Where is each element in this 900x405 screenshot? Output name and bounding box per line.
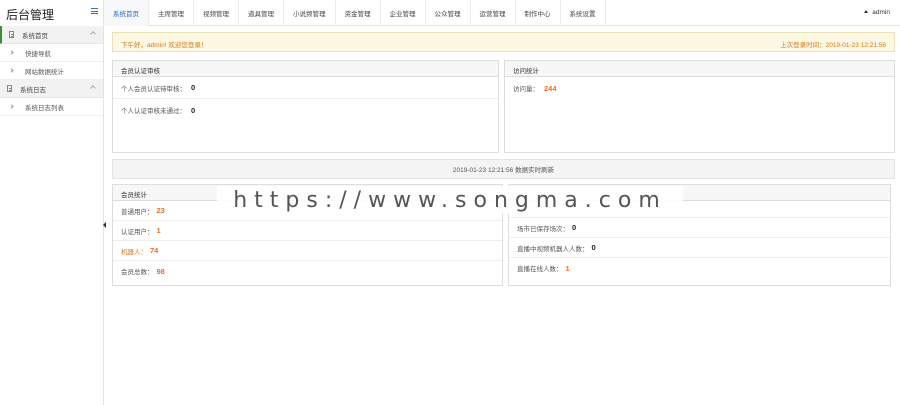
app-title: 后台管理 [6, 8, 55, 22]
sidebar-group-logs[interactable]: 系统日志 [0, 80, 103, 98]
stat-label: 场市已保存场次： [517, 225, 569, 233]
chevron-right-icon [9, 50, 14, 55]
nav-tab-home[interactable]: 系统首页 [104, 0, 149, 26]
main-nav: 系统首页 主席管理 视频管理 道具管理 小说频管理 资金管理 企业管理 公众管理… [104, 0, 606, 26]
visit-stats-panel: 访问统计 访问量： 244 [504, 60, 895, 153]
nav-tab-novel[interactable]: 小说频管理 [284, 0, 336, 26]
panel-title: 会员认证审核 [113, 61, 498, 77]
stat-label: 直播中视频机器人人数： [517, 245, 589, 253]
sidebar-item-log-list[interactable]: 系统日志列表 [0, 98, 103, 116]
stat-label: 认证用户： [121, 228, 154, 236]
nav-tab-operations[interactable]: 运营管理 [471, 0, 516, 26]
stat-value: 23 [156, 206, 165, 215]
stat-value: 74 [150, 246, 159, 255]
sidebar-group-home[interactable]: 系统首页 [0, 26, 103, 44]
menu-toggle-icon[interactable] [91, 8, 98, 14]
stat-value: 0 [591, 243, 596, 252]
stat-row: 机器人： 74 [113, 241, 502, 261]
nav-tab-public[interactable]: 公众管理 [426, 0, 471, 26]
chevron-up-icon [90, 85, 96, 91]
sidebar-group-label: 系统首页 [22, 32, 48, 40]
sidebar-item-label: 网站数据统计 [25, 68, 64, 76]
welcome-text: 下午好，admin! 欢迎您登录！ [121, 42, 208, 49]
stat-label: 普通用户： [121, 208, 154, 216]
nav-tab-video[interactable]: 视频管理 [194, 0, 239, 26]
nav-tab-production[interactable]: 制作中心 [516, 0, 561, 26]
stat-row: 直播在线人数： 1 [509, 258, 890, 278]
sidebar-collapse-icon[interactable] [103, 222, 106, 228]
nav-tab-enterprise[interactable]: 企业管理 [381, 0, 426, 26]
nav-tab-props[interactable]: 道具管理 [239, 0, 284, 26]
stat-value: 0 [572, 223, 577, 232]
nav-tab-settings[interactable]: 系统设置 [561, 0, 606, 26]
stat-value: 98 [156, 266, 165, 276]
stat-row: 访问量： 244 [505, 77, 894, 99]
welcome-alert: 下午好，admin! 欢迎您登录！ 上次登录时间：2019-01-23 12:2… [112, 32, 895, 52]
username: admin [872, 9, 890, 16]
nav-tab-chair[interactable]: 主席管理 [149, 0, 194, 26]
stat-label: 访问量： [513, 86, 539, 93]
sidebar-item-quick-nav[interactable]: 快捷导航 [0, 44, 103, 62]
stat-row: 个人会员认证待审核： 0 [113, 77, 498, 99]
last-login-text: 上次登录时间：2019-01-23 12:21:56 [780, 42, 886, 49]
chevron-up-icon [90, 31, 96, 37]
user-menu[interactable]: admin [864, 9, 890, 16]
stat-label: 直播在线人数： [517, 266, 563, 273]
stat-value: 244 [544, 83, 557, 93]
stat-label: 机器人： [121, 248, 147, 256]
sidebar: 系统首页 快捷导航 网站数据统计 系统日志 系统日志列表 [0, 26, 104, 405]
top-bar: 后台管理 系统首页 主席管理 视频管理 道具管理 小说频管理 资金管理 企业管理… [0, 0, 900, 26]
watermark: https://www.songma.com [217, 186, 683, 214]
logo-area: 后台管理 [0, 0, 104, 26]
cert-review-panel: 会员认证审核 个人会员认证待审核： 0 个人认证审核未通过： 0 [112, 60, 499, 153]
caret-up-icon [864, 10, 869, 13]
stat-label: 会员总数： [121, 269, 154, 276]
stat-value: 0 [191, 105, 196, 115]
stat-row: 个人认证审核未通过： 0 [113, 99, 498, 121]
nav-tab-finance[interactable]: 资金管理 [336, 0, 381, 26]
document-icon [7, 85, 12, 92]
refresh-bar: 2019-01-23 12:21:56 数据实时刷新 [112, 159, 895, 179]
sidebar-item-site-stats[interactable]: 网站数据统计 [0, 62, 103, 80]
stat-label: 个人会员认证待审核： [121, 85, 186, 93]
chevron-right-icon [9, 104, 14, 109]
stat-row: 直播中视频机器人人数： 0 [509, 238, 890, 258]
stat-row: 认证用户： 1 [113, 221, 502, 241]
stat-row: 场市已保存场次： 0 [509, 218, 890, 238]
sidebar-item-label: 快捷导航 [25, 50, 51, 58]
stat-label: 个人认证审核未通过： [121, 108, 186, 115]
stat-value: 0 [191, 83, 196, 92]
sidebar-item-label: 系统日志列表 [25, 104, 64, 112]
stat-row: 会员总数： 98 [113, 261, 502, 281]
panel-title: 访问统计 [505, 61, 894, 77]
stat-value: 1 [156, 226, 161, 235]
stat-value: 1 [565, 263, 570, 273]
document-icon [9, 31, 14, 38]
chevron-right-icon [9, 68, 14, 73]
sidebar-group-label: 系统日志 [20, 86, 46, 94]
